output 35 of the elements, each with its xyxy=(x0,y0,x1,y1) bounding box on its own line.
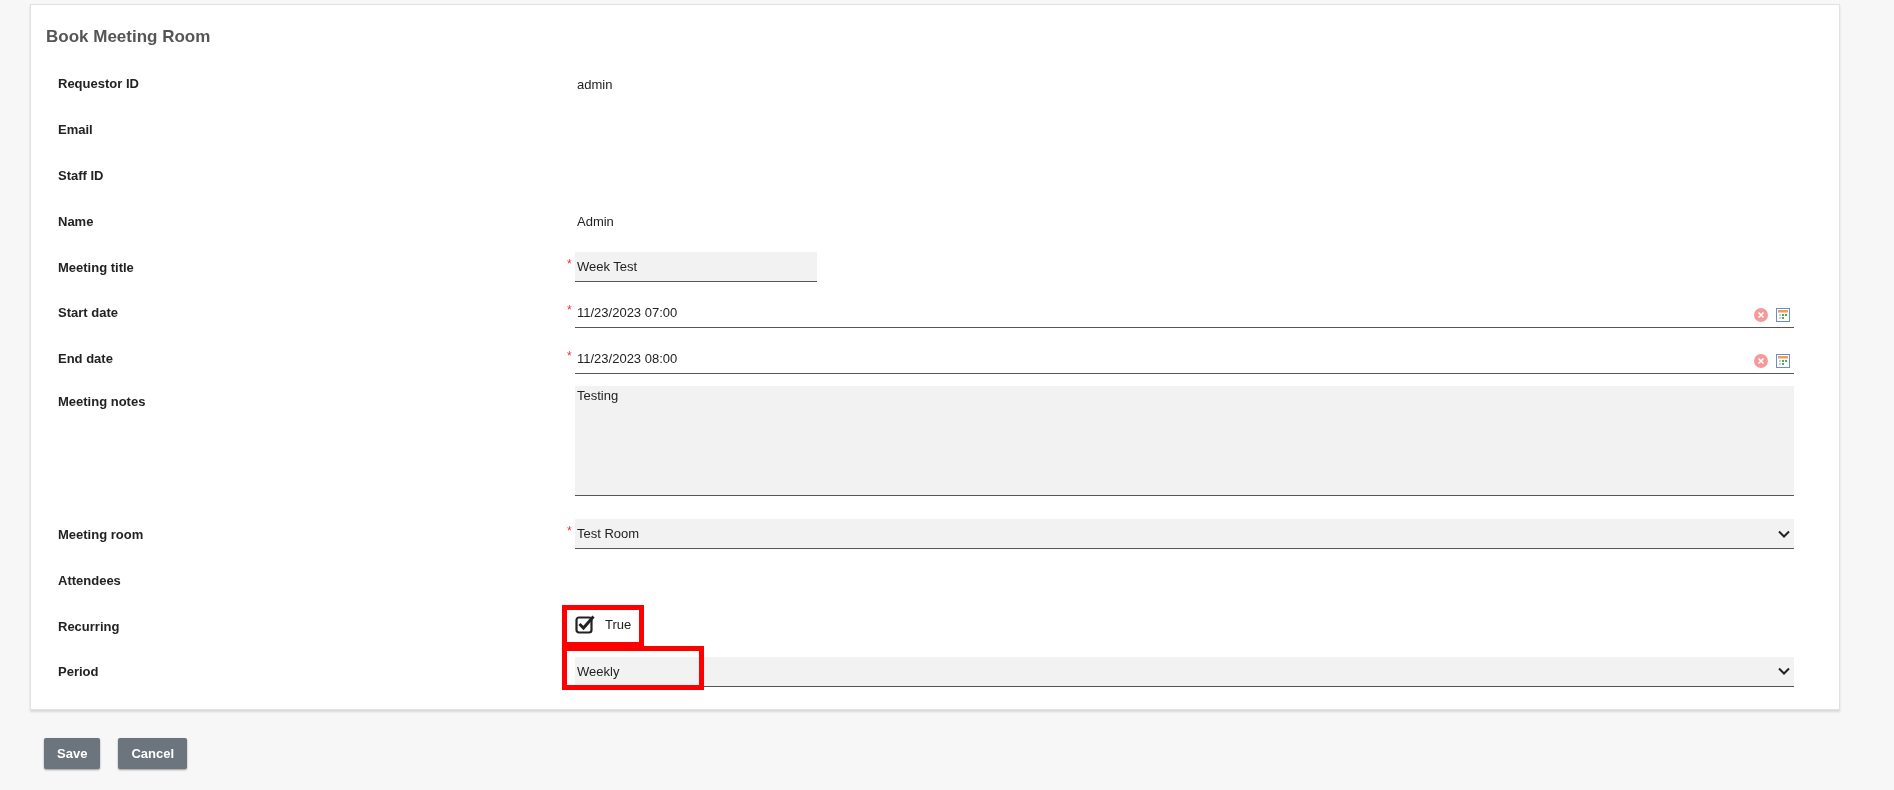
field-value: Admin xyxy=(576,214,614,230)
chevron-down-icon xyxy=(1778,667,1790,676)
form-button[interactable]: Save xyxy=(44,737,101,769)
date-input[interactable]: 11/23/2023 08:00 xyxy=(575,343,1794,374)
field-label: Name xyxy=(57,213,95,229)
form-title: Book Meeting Room xyxy=(46,27,212,47)
calendar-icon[interactable] xyxy=(1776,308,1790,323)
field-label: Recurring xyxy=(57,618,121,634)
field-label: Period xyxy=(57,664,100,680)
form-button[interactable]: Cancel xyxy=(118,737,187,769)
required-asterisk: * xyxy=(567,524,572,539)
chevron-down-icon xyxy=(1778,529,1790,538)
notes-textarea[interactable]: Testing xyxy=(575,385,1794,496)
text-input[interactable]: Week Test xyxy=(575,252,817,283)
required-asterisk: * xyxy=(567,348,572,363)
field-label: Meeting room xyxy=(57,526,145,542)
checkbox-icon[interactable] xyxy=(575,614,595,635)
calendar-icon[interactable] xyxy=(1776,354,1790,369)
field-label: Start date xyxy=(57,305,119,321)
required-asterisk: * xyxy=(567,302,572,317)
recurring-checkbox[interactable]: True xyxy=(575,614,632,635)
clear-icon[interactable] xyxy=(1754,308,1768,323)
dropdown[interactable]: Test Room xyxy=(575,519,1794,550)
field-label: Meeting notes xyxy=(57,392,147,409)
field-label: Attendees xyxy=(57,572,122,588)
field-label: Requestor ID xyxy=(57,76,140,92)
field-label: End date xyxy=(57,351,114,367)
required-asterisk: * xyxy=(567,257,572,272)
field-label: Email xyxy=(57,122,94,138)
field-value: admin xyxy=(576,76,613,92)
field-label: Staff ID xyxy=(57,168,105,183)
date-input[interactable]: 11/23/2023 07:00 xyxy=(575,297,1794,328)
dropdown[interactable]: Weekly xyxy=(575,656,1794,687)
clear-icon[interactable] xyxy=(1754,354,1768,369)
field-label: Meeting title xyxy=(57,259,135,275)
